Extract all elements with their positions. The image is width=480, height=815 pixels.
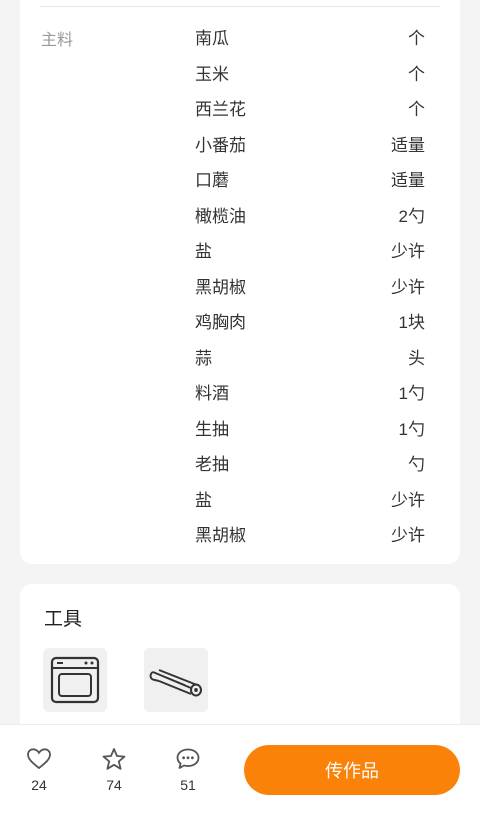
comment-count: 51 [180,777,196,793]
ingredient-amount: 少许 [391,490,425,510]
ingredient-amount: 1勺 [398,419,425,439]
ingredient-row: 盐 少许 [195,481,425,517]
ingredient-name: 盐 [195,490,212,510]
ingredient-row: 老抽 勺 [195,445,425,481]
upload-work-button[interactable]: 传作品 [244,745,460,795]
ingredient-amount: 1块 [398,313,425,333]
ingredient-amount: 少许 [391,242,425,262]
ingredient-amount: 个 [408,64,425,84]
ingredient-row: 小番茄 适量 [195,126,425,162]
ingredient-name: 南瓜 [195,29,229,49]
ingredient-row: 盐 少许 [195,232,425,268]
ingredient-amount: 少许 [391,277,425,297]
ingredient-row: 黑胡椒 少许 [195,516,425,552]
ingredient-name: 西兰花 [195,100,246,120]
tools-card: 工具 [20,584,460,744]
ingredient-row: 玉米 个 [195,55,425,91]
ingredient-name: 盐 [195,242,212,262]
star-icon [102,748,126,770]
ingredients-card: 主料 南瓜个 玉米个 西兰花个 小番茄 适量 口蘑 适量 橄榄油 2勺 盐少许 黑胡椒… [20,0,460,564]
divider [40,6,440,7]
ingredient-amount: 适量 [391,171,425,191]
ingredient-name: 口蘑 [195,171,229,191]
ingredient-row: 生抽 1勺 [195,410,425,446]
comment-button[interactable]: 51 [168,747,208,793]
ingredients-section-label: 主料 [41,32,74,49]
ingredient-name: 玉米 [195,64,229,84]
favorite-button[interactable]: 74 [94,747,134,793]
like-count: 24 [31,777,47,793]
ingredient-row: 口蘑 适量 [195,161,425,197]
ingredient-row: 黑胡椒 少许 [195,268,425,304]
tool-foil-roll[interactable] [144,648,208,712]
ingredient-row: 蒜头 [195,339,425,375]
oven-icon [50,656,100,704]
tool-oven[interactable] [43,648,107,712]
ingredient-row: 料酒 1勺 [195,374,425,410]
comment-icon [176,748,200,769]
ingredient-amount: 少许 [391,526,425,546]
ingredient-name: 鸡胸肉 [195,313,246,333]
ingredient-name: 黑胡椒 [195,277,246,297]
ingredient-amount: 1勺 [398,384,425,404]
ingredient-name: 生抽 [195,419,229,439]
ingredient-amount: 个 [408,29,425,49]
ingredient-list: 南瓜个 玉米个 西兰花个 小番茄 适量 口蘑 适量 橄榄油 2勺 盐少许 黑胡椒 少许 … [195,19,425,552]
heart-icon [27,748,51,770]
ingredient-name: 料酒 [195,384,229,404]
ingredient-amount: 适量 [391,135,425,155]
ingredient-name: 小番茄 [195,135,246,155]
tools-title: 工具 [44,609,83,630]
ingredient-amount: 个 [408,100,425,120]
ingredient-row: 橄榄油 2勺 [195,197,425,233]
ingredient-name: 黑胡椒 [195,526,246,546]
favorite-count: 74 [106,777,122,793]
like-button[interactable]: 24 [19,747,59,793]
ingredient-name: 老抽 [195,455,229,475]
ingredient-amount: 2勺 [398,206,425,226]
ingredient-row: 鸡胸肉 1块 [195,303,425,339]
ingredient-amount: 头 [408,348,425,368]
ingredient-row: 南瓜 个 [195,19,425,55]
bottom-action-bar: 24 74 51 传作品 [0,724,480,815]
ingredient-name: 蒜 [195,348,212,368]
ingredient-name: 橄榄油 [195,206,246,226]
ingredient-amount: 勺 [408,455,425,475]
foil-roll-icon [149,669,202,697]
ingredient-row: 西兰花 个 [195,90,425,126]
